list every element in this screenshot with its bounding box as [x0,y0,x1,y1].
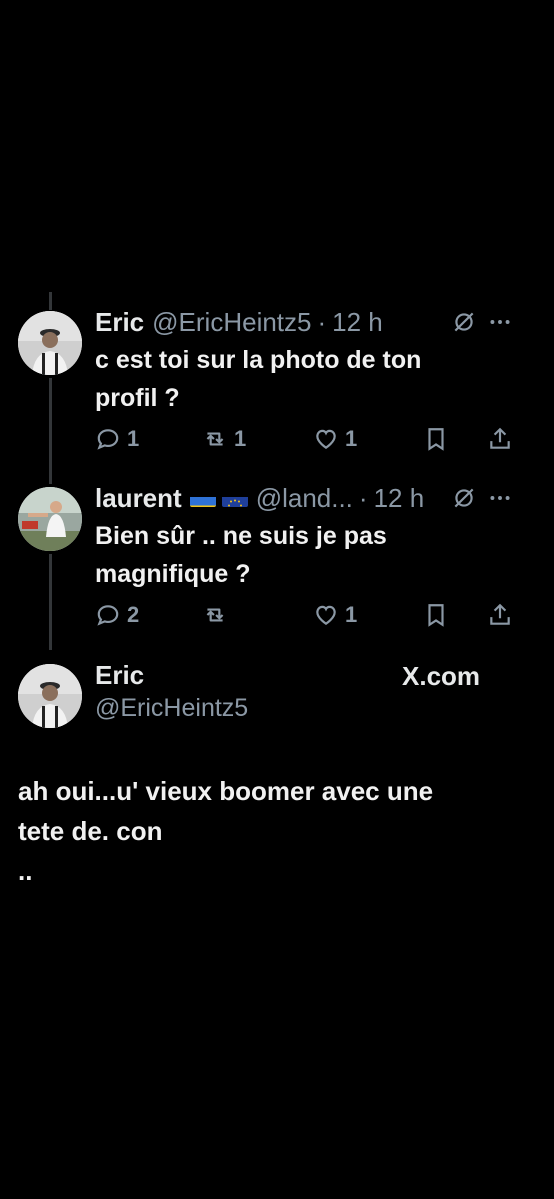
tweet-text-line: magnifique ? [95,560,251,588]
avatar[interactable] [18,487,82,551]
display-name[interactable]: laurent [95,483,182,514]
user-handle[interactable]: @EricHeintz5 [95,694,248,723]
reply-button[interactable]: 2 [95,599,139,631]
tweet-text-line: .. [18,856,33,886]
bookmark-button[interactable] [423,599,449,631]
tweet-text-line: ah oui...u' vieux boomer avec une [18,776,434,806]
share-icon [490,427,510,449]
avatar-eric-image [18,311,82,375]
reply-count: 1 [127,426,140,451]
thread-line-top [49,292,52,310]
tweet-text-line: profil ? [95,384,180,412]
tweet-actions: 1 1 1 [95,423,515,455]
retweet-icon [206,432,224,446]
eu-flag-icon [221,490,248,507]
tweet-header: Eric @EricHeintz5 · 12 h [95,305,383,339]
avatar-laurent-image [18,487,82,551]
more-icon[interactable] [487,309,513,335]
bookmark-button[interactable] [423,423,449,455]
grok-icon[interactable] [451,485,477,511]
user-handle[interactable]: @land... [256,483,353,514]
x-brand: X.com [402,661,481,691]
thread-line-bottom [49,554,52,650]
tweet-text-line: c est toi sur la photo de ton [95,346,422,374]
like-button[interactable]: 1 [313,423,357,455]
heart-icon [316,605,336,625]
retweet-count: 1 [234,426,247,451]
tweet-text: Bien sûr .. ne suis je pas magnifique ? [95,517,387,593]
reply-icon [97,605,119,626]
more-icon[interactable] [487,485,513,511]
avatar[interactable] [18,664,82,728]
tweet-text-line: tete de. con [18,816,163,846]
timestamp[interactable]: 12 h [332,307,383,338]
separator: · [317,306,327,337]
reply-button[interactable]: 1 [95,423,139,455]
timestamp[interactable]: 12 h [374,483,425,514]
thread-line-middle [49,378,52,484]
bookmark-icon [428,428,444,451]
retweet-button[interactable]: 1 [202,423,246,455]
user-handle[interactable]: @EricHeintz5 [152,307,311,338]
ukraine-flag-icon [189,490,216,507]
tweet-text-line: Bien sûr .. ne suis je pas [95,522,387,550]
tweet-text: ah oui...u' vieux boomer avec une tete d… [18,771,538,891]
like-count: 1 [345,602,358,627]
avatar-eric-image [18,664,82,728]
reply-icon [97,429,119,450]
share-button[interactable] [487,599,513,631]
separator: · [358,482,368,513]
bookmark-icon [428,604,444,627]
retweet-icon [206,608,224,622]
reply-count: 2 [127,602,140,627]
like-button[interactable]: 1 [313,599,357,631]
retweet-button[interactable] [202,599,234,631]
tweet-actions: 2 1 [95,599,515,631]
tweet-text: c est toi sur la photo de ton profil ? [95,341,421,417]
share-button[interactable] [487,423,513,455]
share-icon [490,603,510,625]
grok-icon[interactable] [451,309,477,335]
display-name[interactable]: Eric [95,307,144,338]
like-count: 1 [345,426,358,451]
display-name[interactable]: Eric [95,660,144,691]
name-flags [189,490,248,507]
heart-icon [316,429,336,449]
tweet-header: laurent @land... · 12 h [95,481,424,515]
avatar[interactable] [18,311,82,375]
